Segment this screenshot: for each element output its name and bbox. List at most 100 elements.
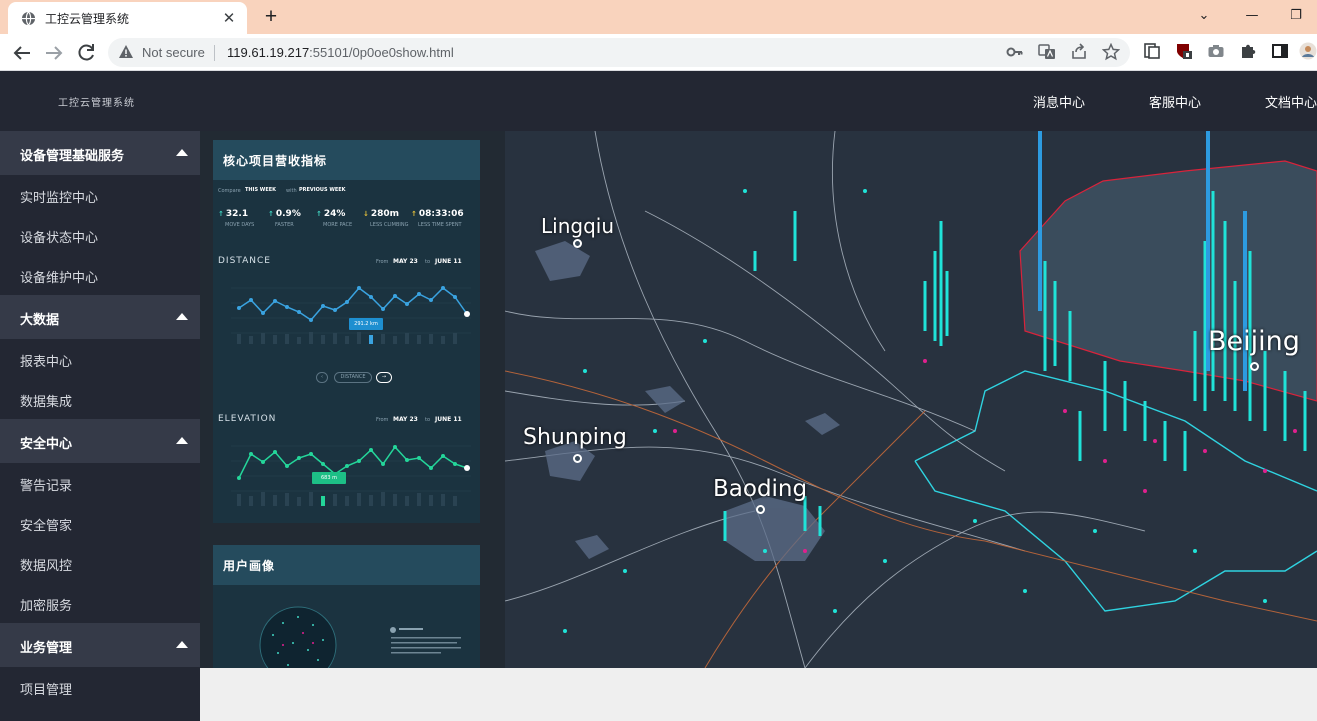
- elevation-from-label: From: [376, 417, 389, 423]
- city-label-shunping: Shunping: [523, 425, 627, 450]
- globe-network-graphic: [259, 606, 337, 668]
- pill-next-arrow[interactable]: →: [376, 372, 392, 383]
- city-marker: [756, 505, 765, 514]
- user-profile-card: 用户画像: [213, 545, 480, 668]
- sidebar-item-label: 报表中心: [20, 355, 73, 370]
- caret-up-icon: [176, 149, 188, 156]
- security-status[interactable]: Not secure: [142, 45, 205, 60]
- key-icon[interactable]: [1006, 43, 1024, 61]
- previous-week-select: PREVIOUS WEEK: [299, 187, 346, 193]
- reload-icon[interactable]: [74, 41, 98, 65]
- share-icon[interactable]: [1070, 43, 1088, 61]
- address-bar[interactable]: Not secure 119.61.19.217:55101/0p0oe0sho…: [108, 38, 1130, 67]
- sidebar-item-report-center[interactable]: 报表中心: [0, 339, 200, 379]
- sidebar-item-device-maintenance[interactable]: 设备维护中心: [0, 255, 200, 295]
- ublock-extension-icon[interactable]: [1175, 42, 1193, 60]
- sidebar-group-label: 业务管理: [20, 641, 73, 656]
- sidebar-group-device[interactable]: 设备管理基础服务: [0, 131, 200, 175]
- globe-icon: [21, 11, 36, 26]
- translate-icon[interactable]: [1038, 43, 1056, 61]
- sidebar-item-realtime-monitor[interactable]: 实时监控中心: [0, 175, 200, 215]
- card-header: 核心项目营收指标: [213, 140, 480, 180]
- city-marker: [573, 239, 582, 248]
- dashboard-image: 核心项目营收指标 Compare THIS WEEK with PREVIOUS…: [200, 131, 1317, 668]
- caret-up-icon: [176, 313, 188, 320]
- city-label-baoding: Baoding: [713, 476, 808, 502]
- url-path: :55101/0p0oe0show.html: [309, 45, 454, 60]
- nav-doc-center[interactable]: 文档中心: [1265, 92, 1317, 111]
- distance-metric-pill[interactable]: DISTANCE: [334, 372, 372, 383]
- distance-label: DISTANCE: [218, 256, 271, 266]
- dashboard-left-column: 核心项目营收指标 Compare THIS WEEK with PREVIOUS…: [200, 131, 505, 668]
- profile-avatar[interactable]: [1299, 42, 1317, 60]
- this-week-select: THIS WEEK: [245, 187, 277, 193]
- browser-tab-bar: 工控云管理系统 ✕ + ⌄ — ❐: [0, 0, 1317, 34]
- elevation-to-label: to: [425, 417, 431, 423]
- sidebar-group-security[interactable]: 安全中心: [0, 419, 200, 463]
- app-brand: 工控云管理系统: [58, 98, 135, 109]
- sidebar-item-label: 加密服务: [20, 599, 73, 614]
- sidebar-group-bigdata[interactable]: 大数据: [0, 295, 200, 339]
- distance-series-line: [238, 286, 468, 321]
- tab-title: 工控云管理系统: [45, 12, 130, 26]
- sidebar-item-data-risk[interactable]: 数据风控: [0, 543, 200, 583]
- compare-label: Compare: [218, 188, 241, 194]
- new-tab-icon[interactable]: +: [258, 4, 284, 30]
- extensions-puzzle-icon[interactable]: [1239, 42, 1257, 60]
- sidebar-group-business[interactable]: 业务管理: [0, 623, 200, 667]
- forward-arrow-icon[interactable]: [42, 41, 66, 65]
- sidebar-item-label: 设备维护中心: [20, 271, 99, 286]
- reading-list-icon[interactable]: [1143, 42, 1161, 60]
- nav-message-center[interactable]: 消息中心: [1033, 92, 1085, 111]
- camera-icon[interactable]: [1207, 42, 1225, 60]
- elevation-tooltip: 683 m: [312, 472, 346, 484]
- card-header: 用户画像: [213, 545, 480, 585]
- stat-label: LESS TIME SPENT: [418, 222, 462, 228]
- map-visualization: Lingqiu Shunping Baoding Beijing: [505, 131, 1317, 668]
- distance-from-date: MAY 23: [393, 258, 418, 265]
- sidebar-group-label: 安全中心: [20, 437, 73, 452]
- sidebar-item-label: 数据风控: [20, 559, 73, 574]
- pill-prev-arrow[interactable]: ‹: [316, 372, 328, 383]
- url-text[interactable]: 119.61.19.217:55101/0p0oe0show.html: [227, 45, 454, 60]
- revenue-kpi-card: 核心项目营收指标 Compare THIS WEEK with PREVIOUS…: [213, 140, 480, 523]
- nav-service-center[interactable]: 客服中心: [1149, 92, 1201, 111]
- profile-text-block: [390, 627, 461, 654]
- warning-icon[interactable]: [118, 44, 134, 60]
- window-restore-icon[interactable]: ❐: [1284, 6, 1308, 26]
- sidebar-item-project-management[interactable]: 项目管理: [0, 667, 200, 707]
- elevation-label: ELEVATION: [218, 414, 277, 424]
- elevation-from-date: MAY 23: [393, 416, 418, 423]
- sidebar-group-label: 大数据: [20, 313, 60, 328]
- sidebar-item-label: 警告记录: [20, 479, 73, 494]
- sidebar-item-data-integration[interactable]: 数据集成: [0, 379, 200, 419]
- sidebar-group-label: 设备管理基础服务: [20, 149, 125, 164]
- sidebar-item-device-status[interactable]: 设备状态中心: [0, 215, 200, 255]
- stat-faster: ↑ 0.9%: [268, 209, 301, 219]
- city-marker: [1250, 362, 1259, 371]
- bookmark-star-icon[interactable]: [1102, 43, 1120, 61]
- tab-search-icon[interactable]: ⌄: [1192, 6, 1216, 26]
- distance-to-date: JUNE 11: [435, 258, 462, 265]
- browser-tab[interactable]: 工控云管理系统 ✕: [8, 2, 247, 34]
- stat-label: MOVE DAYS: [225, 222, 255, 228]
- window-minimize-icon[interactable]: —: [1240, 6, 1264, 26]
- browser-toolbar: Not secure 119.61.19.217:55101/0p0oe0sho…: [0, 34, 1317, 71]
- caret-up-icon: [176, 641, 188, 648]
- side-panel-icon[interactable]: [1271, 42, 1289, 60]
- back-arrow-icon[interactable]: [10, 41, 34, 65]
- card-title: 核心项目营收指标: [223, 154, 328, 168]
- sidebar-item-label: 设备状态中心: [20, 231, 99, 246]
- city-label-lingqiu: Lingqiu: [541, 214, 614, 238]
- sidebar-item-alert-log[interactable]: 警告记录: [0, 463, 200, 503]
- elevation-to-date: JUNE 11: [435, 416, 462, 423]
- sidebar-item-encryption[interactable]: 加密服务: [0, 583, 200, 623]
- app-header: 工控云管理系统 消息中心 客服中心 文档中心: [0, 71, 1317, 131]
- stat-label: LESS CLIMBING: [370, 222, 409, 228]
- card-title: 用户画像: [223, 559, 276, 573]
- tab-close-icon[interactable]: ✕: [219, 8, 239, 28]
- sidebar-item-security-manager[interactable]: 安全管家: [0, 503, 200, 543]
- stat-move-days: ↑ 32.1: [218, 209, 249, 219]
- with-label: with: [286, 188, 297, 194]
- stat-less-climbing: ↓ 280m: [363, 209, 400, 219]
